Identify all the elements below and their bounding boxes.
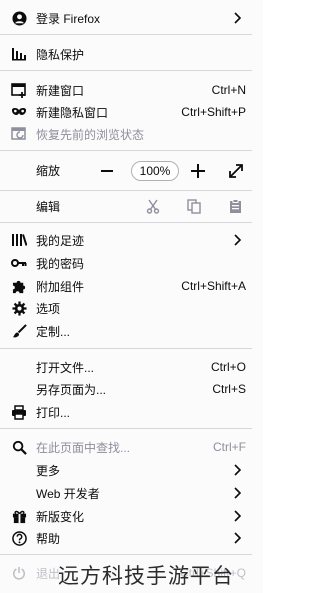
edit-label: 编辑 <box>36 199 61 214</box>
menu-item-more[interactable]: 更多 <box>0 459 252 481</box>
help-icon <box>11 530 27 546</box>
chevron-right-icon <box>234 234 242 246</box>
gift-icon <box>11 508 27 524</box>
save-page-shortcut: Ctrl+S <box>212 382 246 396</box>
whats-new-label: 新版变化 <box>36 509 85 524</box>
separator <box>0 554 252 555</box>
menu-item-print[interactable]: 打印... <box>0 401 252 423</box>
firefox-app-menu: 登录 Firefox 隐私保护 新建窗口 Ctrl+N 新建隐私窗口 Ctrl+… <box>0 0 263 593</box>
menu-item-new-private-window[interactable]: 新建隐私窗口 Ctrl+Shift+P <box>0 101 252 123</box>
menu-item-library[interactable]: 我的足迹 <box>0 229 252 251</box>
separator <box>0 70 252 71</box>
new-private-window-shortcut: Ctrl+Shift+P <box>181 105 246 119</box>
private-mask-icon <box>11 104 27 120</box>
menu-item-addons[interactable]: 附加组件 Ctrl+Shift+A <box>0 275 252 297</box>
new-window-label: 新建窗口 <box>36 83 85 98</box>
paste-button[interactable] <box>227 198 243 214</box>
menu-item-options[interactable]: 选项 <box>0 297 252 319</box>
open-file-shortcut: Ctrl+O <box>210 360 246 374</box>
key-icon <box>11 255 27 271</box>
zoom-in-button[interactable] <box>188 161 208 181</box>
logins-label: 我的密码 <box>36 256 85 271</box>
options-label: 选项 <box>36 301 61 316</box>
new-window-shortcut: Ctrl+N <box>211 83 246 97</box>
clipboard-icon <box>229 198 241 213</box>
web-developer-label: Web 开发者 <box>36 486 100 501</box>
separator <box>0 348 252 349</box>
separator <box>0 428 252 429</box>
menu-item-zoom: 缩放 <box>0 159 252 181</box>
copy-button[interactable] <box>186 198 202 214</box>
chevron-right-icon <box>234 487 242 499</box>
addons-shortcut: Ctrl+Shift+A <box>181 279 246 293</box>
print-label: 打印... <box>36 405 71 420</box>
privacy-label: 隐私保护 <box>36 47 85 62</box>
separator <box>0 150 252 151</box>
find-shortcut: Ctrl+F <box>213 440 246 454</box>
customize-label: 定制... <box>36 324 71 339</box>
library-label: 我的足迹 <box>36 233 85 248</box>
puzzle-piece-icon <box>11 278 27 294</box>
new-private-window-label: 新建隐私窗口 <box>36 105 109 120</box>
copy-icon <box>187 198 201 214</box>
fullscreen-button[interactable] <box>226 161 246 181</box>
restore-session-label: 恢复先前的浏览状态 <box>36 127 145 142</box>
printer-icon <box>11 404 27 420</box>
zoom-out-button[interactable] <box>98 162 116 180</box>
menu-item-whats-new[interactable]: 新版变化 <box>0 505 252 527</box>
chevron-right-icon <box>234 510 242 522</box>
addons-label: 附加组件 <box>36 279 85 294</box>
signin-label: 登录 Firefox <box>36 11 101 26</box>
menu-item-web-developer[interactable]: Web 开发者 <box>0 482 252 504</box>
menu-item-logins[interactable]: 我的密码 <box>0 252 252 274</box>
find-label: 在此页面中查找... <box>36 440 131 455</box>
menu-item-restore-session[interactable]: 恢复先前的浏览状态 <box>0 123 252 145</box>
account-icon <box>11 10 27 26</box>
chevron-right-icon <box>234 12 242 24</box>
menu-item-help[interactable]: 帮助 <box>0 527 252 549</box>
menu-item-customize[interactable]: 定制... <box>0 320 252 342</box>
menu-item-new-window[interactable]: 新建窗口 Ctrl+N <box>0 79 252 101</box>
menu-item-edit: 编辑 <box>0 195 252 217</box>
cut-button[interactable] <box>145 198 161 214</box>
zoom-reset-button[interactable]: 100% <box>131 161 179 181</box>
gear-icon <box>11 300 27 316</box>
library-icon <box>11 232 27 248</box>
quit-label: 退出 <box>36 566 61 581</box>
zoom-label: 缩放 <box>36 163 61 178</box>
fullscreen-icon <box>229 164 243 178</box>
save-page-label: 另存页面为... <box>36 382 107 397</box>
watermark-text: 远方科技手游平台 <box>58 564 234 588</box>
chevron-right-icon <box>234 532 242 544</box>
chevron-right-icon <box>234 464 242 476</box>
minus-icon <box>101 170 113 172</box>
menu-item-open-file[interactable]: 打开文件... Ctrl+O <box>0 356 252 378</box>
more-label: 更多 <box>36 463 61 478</box>
open-file-label: 打开文件... <box>36 360 95 375</box>
menu-item-privacy-protections[interactable]: 隐私保护 <box>0 43 252 65</box>
power-icon <box>11 565 27 581</box>
help-label: 帮助 <box>36 531 61 546</box>
restore-session-icon <box>11 126 27 142</box>
separator <box>0 222 252 223</box>
scissors-icon <box>146 199 160 214</box>
separator <box>0 34 252 35</box>
plus-icon <box>191 164 205 178</box>
paintbrush-icon <box>11 323 27 339</box>
menu-item-save-page[interactable]: 另存页面为... Ctrl+S <box>0 378 252 400</box>
bar-chart-icon <box>11 46 27 62</box>
new-window-icon <box>11 82 27 98</box>
menu-item-find-in-page[interactable]: 在此页面中查找... Ctrl+F <box>0 436 252 458</box>
search-icon <box>11 439 27 455</box>
menu-item-signin[interactable]: 登录 Firefox <box>0 7 252 29</box>
separator <box>0 190 252 191</box>
